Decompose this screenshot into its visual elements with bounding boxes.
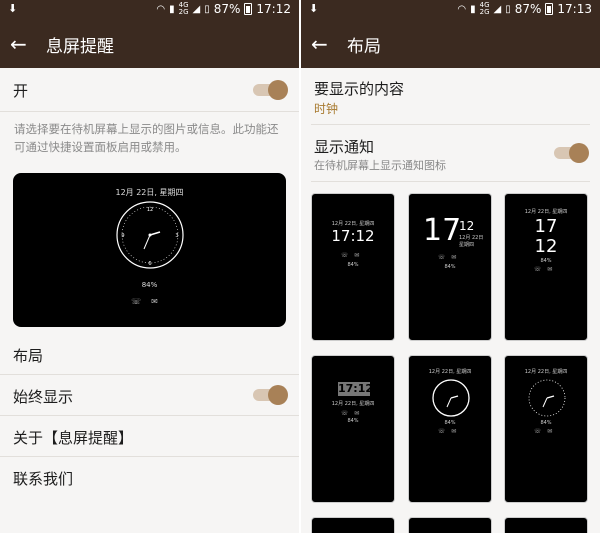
layout-thumb-2[interactable]: 17 12 12月 22日 星期四 ☏✉ 84% — [408, 193, 492, 341]
analog-clock-icon — [432, 379, 470, 417]
network-4g-icon: 4G 2G — [178, 1, 189, 16]
thumb-battery: 84% — [444, 420, 456, 426]
thumb-battery: 84% — [347, 262, 359, 268]
thumb-time: 17:12 — [338, 382, 374, 396]
contact-label: 联系我们 — [13, 470, 74, 488]
notification-setting-subtitle: 在待机屏幕上显示通知图标 — [314, 159, 446, 172]
thumb-notification-icons: ☏✉ — [340, 410, 366, 417]
notification-switch[interactable] — [554, 143, 589, 163]
layout-thumb-7[interactable] — [311, 517, 395, 533]
thumb-battery: 84% — [347, 418, 359, 424]
thumb-date: 12月 22日, 星期四 — [524, 209, 568, 215]
svg-text:6: 6 — [148, 261, 151, 267]
list-item-contact[interactable]: 联系我们 — [0, 457, 299, 497]
thumb-notification-icons: ☏✉ — [437, 254, 463, 261]
wifi-icon: ◠ — [156, 3, 166, 15]
thumb-battery: 84% — [540, 258, 552, 264]
download-icon: ⬇ — [309, 2, 319, 15]
screen-aod-settings: ⬇ ◠ ▮ 4G 2G ◢ ▯ 87% 17:12 ← 息屏提醒 开 请选择要在待… — [0, 0, 299, 533]
thumb-date: 12月 22日, 星期四 — [428, 369, 472, 375]
thumb-battery: 84% — [444, 264, 456, 270]
svg-text:12: 12 — [147, 207, 153, 213]
download-icon: ⬇ — [8, 2, 18, 15]
message-icon: ✉ — [151, 297, 168, 306]
thumb-notification-icons: ☏✉ — [437, 428, 463, 435]
thumb-hour: 17 — [534, 216, 558, 237]
thumb-notification-icons: ☏✉ — [533, 266, 559, 273]
list-item-layout[interactable]: 布局 — [0, 335, 299, 375]
thumb-hour: 17 — [423, 213, 462, 248]
list-item-about[interactable]: 关于【息屏提醒】 — [0, 416, 299, 457]
thumb-date: 12月 22日, 星期四 — [331, 221, 375, 227]
preview-battery: 84% — [141, 281, 158, 289]
always-on-switch[interactable] — [253, 385, 288, 405]
layout-thumb-4[interactable]: 17:12 12月 22日, 星期四 ☏✉ 84% — [311, 355, 395, 503]
thumb-notification-icons: ☏✉ — [340, 252, 366, 259]
notification-setting-row[interactable]: 显示通知 在待机屏幕上显示通知图标 — [311, 125, 590, 182]
status-bar: ⬇ ◠ ▮ 4G 2G ◢ ▯ 87% 17:12 — [0, 0, 299, 20]
thumb-date: 12月 22日, 星期四 — [331, 401, 375, 407]
sim2-icon: ▯ — [204, 3, 210, 15]
page-title: 息屏提醒 — [46, 36, 114, 57]
wifi-icon: ◠ — [457, 3, 467, 15]
analog-clock-icon: 12 3 6 9 — [116, 201, 184, 269]
layout-thumb-5[interactable]: 12月 22日, 星期四 84% ☏✉ — [408, 355, 492, 503]
master-toggle-label: 开 — [13, 82, 29, 100]
content-setting-value: 时钟 — [314, 102, 339, 116]
feature-description: 请选择要在待机屏幕上显示的图片或信息。此功能还可通过快捷设置面板启用或禁用。 — [14, 122, 279, 154]
battery-percent: 87% — [213, 2, 241, 16]
layout-thumb-1[interactable]: 12月 22日, 星期四 17:12 ☏✉ 84% — [311, 193, 395, 341]
app-bar: ← 息屏提醒 — [0, 20, 299, 68]
layout-thumb-9[interactable] — [504, 517, 588, 533]
aod-preview[interactable]: 12月 22日, 星期四 12 3 6 9 84% ☏✉ — [13, 173, 286, 327]
layout-thumb-6[interactable]: 12月 22日, 星期四 84% ☏✉ — [504, 355, 588, 503]
thumb-minute: 12 — [459, 219, 475, 233]
content-setting-label: 要显示的内容 — [314, 80, 405, 98]
thumb-date: 12月 22日, 星期四 — [524, 369, 568, 375]
network-4g-icon: 4G 2G — [479, 1, 490, 16]
screen-layout-settings: ⬇ ◠ ▮ 4G 2G ◢ ▯ 87% 17:13 ← 布局 要显示的内容 时钟 … — [301, 0, 600, 533]
thumb-date: 12月 22日 星期四 — [459, 235, 484, 248]
thumb-notification-icons: ☏✉ — [533, 428, 559, 435]
content-setting-row[interactable]: 要显示的内容 时钟 — [311, 68, 590, 125]
battery-percent: 87% — [514, 2, 542, 16]
back-arrow-icon[interactable]: ← — [0, 32, 46, 56]
missed-call-icon: ☏ — [131, 297, 152, 306]
clock: 17:12 — [256, 2, 291, 16]
list-item-always-on[interactable]: 始终显示 — [0, 375, 299, 416]
sim-icon: ▮ — [169, 3, 175, 15]
back-arrow-icon[interactable]: ← — [301, 32, 347, 56]
master-switch[interactable] — [253, 80, 288, 100]
svg-text:9: 9 — [121, 233, 124, 239]
always-on-label: 始终显示 — [13, 388, 74, 406]
app-bar: ← 布局 — [301, 20, 600, 68]
sim-icon: ▮ — [470, 3, 476, 15]
analog-clock-ticks-icon — [528, 379, 566, 417]
layout-thumb-3[interactable]: 12月 22日, 星期四 17 12 84% ☏✉ — [504, 193, 588, 341]
svg-text:3: 3 — [175, 233, 178, 239]
layout-thumb-8[interactable] — [408, 517, 492, 533]
battery-icon — [545, 3, 554, 15]
preview-date: 12月 22日, 星期四 — [115, 188, 184, 197]
clock: 17:13 — [557, 2, 592, 16]
battery-icon — [244, 3, 253, 15]
status-bar: ⬇ ◠ ▮ 4G 2G ◢ ▯ 87% 17:13 — [301, 0, 600, 20]
signal-icon: ◢ — [192, 3, 201, 15]
thumb-time: 17:12 — [331, 227, 375, 245]
notification-setting-label: 显示通知 — [314, 138, 375, 156]
about-label: 关于【息屏提醒】 — [13, 429, 134, 447]
thumb-battery: 84% — [540, 420, 552, 426]
sim2-icon: ▯ — [505, 3, 511, 15]
master-toggle-row[interactable]: 开 — [0, 68, 299, 112]
thumb-minute: 12 — [534, 236, 558, 257]
preview-notification-icons: ☏✉ — [13, 297, 286, 306]
page-title: 布局 — [347, 36, 381, 57]
layout-label: 布局 — [13, 347, 44, 365]
signal-icon: ◢ — [493, 3, 502, 15]
